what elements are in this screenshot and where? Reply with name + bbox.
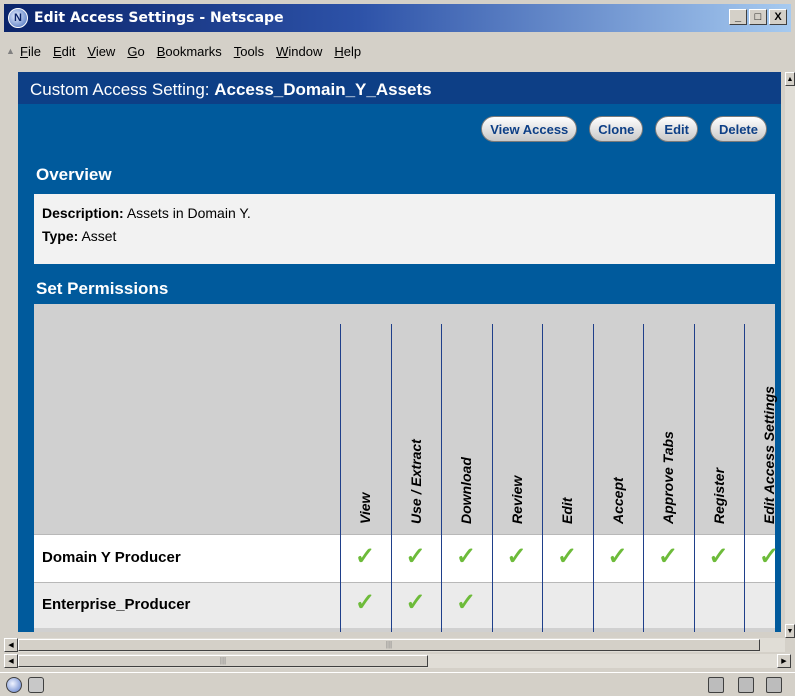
column-divider bbox=[542, 324, 543, 632]
column-divider bbox=[441, 324, 442, 632]
browser-window: N Edit Access Settings - Netscape _ □ X … bbox=[0, 0, 795, 696]
outer-horizontal-scrollbar[interactable]: ◀ ||| ▶ bbox=[4, 654, 791, 668]
connection-icon bbox=[708, 677, 724, 693]
menu-go[interactable]: Go bbox=[127, 44, 144, 59]
checkmark-icon[interactable]: ✓ bbox=[694, 542, 744, 571]
menu-tools[interactable]: Tools bbox=[234, 44, 264, 59]
column-divider bbox=[744, 324, 745, 632]
component-bar-icon[interactable] bbox=[28, 677, 44, 693]
column-divider bbox=[643, 324, 644, 632]
menu-view[interactable]: View bbox=[87, 44, 115, 59]
window-controls: _ □ X bbox=[729, 9, 787, 25]
column-header: Edit Access Settings bbox=[761, 386, 777, 524]
status-bar bbox=[0, 672, 795, 696]
column-divider bbox=[491, 324, 493, 632]
type-label: Type: bbox=[42, 228, 79, 244]
column-header: Approve Tabs bbox=[660, 431, 676, 524]
delete-button[interactable]: Delete bbox=[709, 116, 767, 142]
menu-help[interactable]: Help bbox=[334, 44, 361, 59]
type-line: Type: Asset bbox=[42, 225, 767, 248]
clone-button[interactable]: Clone bbox=[589, 116, 644, 142]
menu-edit[interactable]: Edit bbox=[53, 44, 75, 59]
column-divider bbox=[693, 324, 695, 632]
type-value: Asset bbox=[81, 228, 117, 244]
column-header: Download bbox=[458, 457, 474, 524]
edit-button[interactable]: Edit bbox=[655, 116, 698, 142]
permissions-heading: Set Permissions bbox=[36, 279, 169, 298]
checkmark-icon[interactable]: ✓ bbox=[391, 588, 441, 617]
description-label: Description: bbox=[42, 205, 124, 221]
description-line: Description: Assets in Domain Y. bbox=[42, 202, 767, 225]
column-header: Use / Extract bbox=[407, 439, 424, 524]
menu-bookmarks[interactable]: Bookmarks bbox=[157, 44, 222, 59]
checkmark-icon[interactable]: ✓ bbox=[340, 542, 390, 571]
menu-bar: ▲ File Edit View Go Bookmarks Tools Wind… bbox=[4, 40, 373, 62]
column-divider bbox=[592, 324, 594, 632]
menu-file[interactable]: File bbox=[20, 44, 41, 59]
column-divider bbox=[390, 324, 392, 632]
security-icon[interactable] bbox=[738, 677, 754, 693]
view-access-button[interactable]: View Access bbox=[481, 116, 578, 142]
checkmark-icon[interactable]: ✓ bbox=[492, 542, 542, 571]
lock-icon[interactable] bbox=[766, 677, 782, 693]
checkmark-icon[interactable]: ✓ bbox=[340, 588, 390, 617]
window-title: Edit Access Settings - Netscape bbox=[34, 10, 284, 26]
page-content: Custom Access Setting: Access_Domain_Y_A… bbox=[18, 72, 781, 632]
overview-heading: Overview bbox=[36, 165, 112, 184]
maximize-button[interactable]: □ bbox=[749, 9, 767, 25]
column-header: Edit bbox=[559, 497, 575, 524]
netscape-icon: N bbox=[8, 8, 28, 28]
scroll-thumb[interactable]: ||| bbox=[18, 639, 760, 651]
scroll-thumb[interactable]: ||| bbox=[18, 655, 428, 667]
scroll-left-icon[interactable]: ◀ bbox=[4, 654, 18, 668]
scroll-right-icon[interactable]: ▶ bbox=[777, 654, 791, 668]
checkmark-icon[interactable]: ✓ bbox=[744, 542, 781, 571]
page-title: Custom Access Setting: Access_Domain_Y_A… bbox=[18, 72, 781, 104]
scroll-left-icon[interactable]: ◀ bbox=[4, 638, 18, 652]
row-label-enterprise-producer: Enterprise_Producer bbox=[42, 596, 191, 613]
checkmark-icon[interactable]: ✓ bbox=[542, 542, 592, 571]
checkmark-icon[interactable]: ✓ bbox=[593, 542, 643, 571]
title-bar: N Edit Access Settings - Netscape _ □ X bbox=[4, 4, 791, 32]
scroll-down-icon[interactable]: ▼ bbox=[785, 624, 795, 638]
row-label-domain-y-producer: Domain Y Producer bbox=[42, 549, 181, 566]
checkmark-icon[interactable]: ✓ bbox=[441, 588, 491, 617]
minimize-button[interactable]: _ bbox=[729, 9, 747, 25]
inner-horizontal-scrollbar[interactable]: ◀ ||| bbox=[4, 638, 785, 652]
permissions-table: Domain Y Producer Enterprise_Producer Vi… bbox=[34, 304, 779, 632]
netscape-status-icon[interactable] bbox=[6, 677, 22, 693]
page-title-prefix: Custom Access Setting: bbox=[30, 80, 215, 99]
column-header: Register bbox=[710, 467, 727, 524]
column-header: Review bbox=[508, 475, 525, 524]
menu-window[interactable]: Window bbox=[276, 44, 322, 59]
column-header: View bbox=[357, 492, 373, 524]
overview-panel: Description: Assets in Domain Y. Type: A… bbox=[34, 194, 775, 264]
grip-icon[interactable]: ▲ bbox=[6, 46, 15, 56]
checkmark-icon[interactable]: ✓ bbox=[441, 542, 491, 571]
access-setting-name: Access_Domain_Y_Assets bbox=[214, 80, 432, 99]
action-buttons: View Access Clone Edit Delete bbox=[481, 116, 767, 142]
checkmark-icon[interactable]: ✓ bbox=[643, 542, 693, 571]
column-divider bbox=[340, 324, 341, 632]
checkmark-icon[interactable]: ✓ bbox=[391, 542, 441, 571]
scroll-up-icon[interactable]: ▲ bbox=[785, 72, 795, 86]
vertical-scrollbar[interactable]: ▲ ▼ bbox=[785, 72, 795, 638]
column-header: Accept bbox=[609, 477, 626, 524]
description-value: Assets in Domain Y. bbox=[126, 205, 251, 221]
close-button[interactable]: X bbox=[769, 9, 787, 25]
